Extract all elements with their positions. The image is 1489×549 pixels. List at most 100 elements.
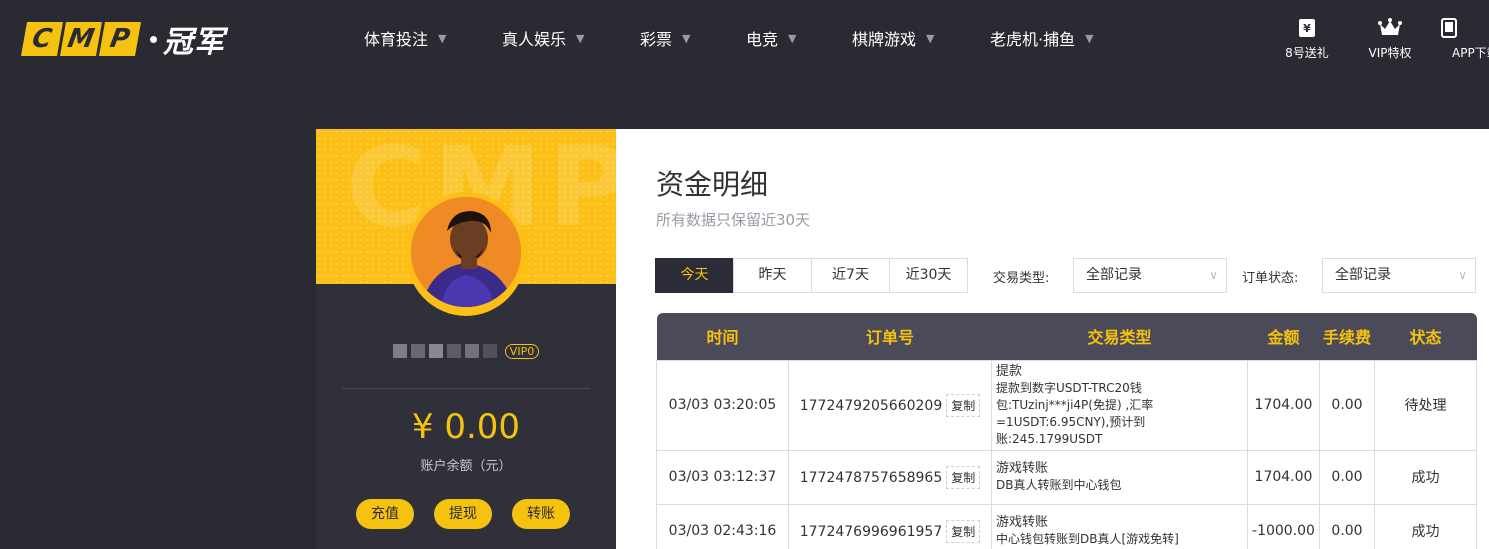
app-label: APP下载 <box>1452 46 1489 60</box>
col-header-type: 交易类型 <box>991 313 1248 360</box>
cell-amount: 1704.00 <box>1247 449 1320 505</box>
chevron-down-icon: ▼ <box>926 31 935 45</box>
col-header-time: 时间 <box>656 313 789 360</box>
select-value: 全部记录 <box>1335 267 1391 283</box>
order-number: 1772476996961957 <box>799 523 943 540</box>
type-description: 中心钱包转账到DB真人[游戏免转] <box>996 532 1179 546</box>
nav-label: 体育投注 <box>364 30 429 49</box>
cell-fee: 0.00 <box>1319 359 1375 451</box>
cell-fee: 0.00 <box>1319 449 1375 505</box>
gift-yen-icon: ¥ <box>1267 18 1347 42</box>
account-balance: ¥ 0.00 <box>411 407 521 447</box>
nav-slots-fishing[interactable]: 老虎机·捕鱼 ▼ <box>990 26 1120 50</box>
avatar[interactable] <box>406 192 526 316</box>
app-download[interactable]: APP下载 <box>1433 18 1489 61</box>
copy-button[interactable]: 复制 <box>946 465 981 489</box>
tab-yesterday[interactable]: 昨天 <box>733 258 812 293</box>
cell-status: 待处理 <box>1374 359 1477 451</box>
page-title: 资金明细 <box>656 168 769 201</box>
cell-amount: 1704.00 <box>1247 359 1320 451</box>
logo-dot <box>150 35 157 43</box>
tab-last-7-days[interactable]: 近7天 <box>811 258 890 293</box>
page-subtitle: 所有数据只保留近30天 <box>656 211 811 229</box>
col-header-order: 订单号 <box>788 313 992 360</box>
type-description: DB真人转账到中心钱包 <box>996 478 1122 492</box>
col-header-fee: 手续费 <box>1319 313 1375 360</box>
divider <box>342 388 590 389</box>
table-row: 03/03 03:12:37 1772478757658965 复制 游戏转账 DB… <box>656 449 1477 505</box>
transaction-type-select[interactable]: 全部记录 ∨ <box>1073 258 1227 293</box>
chevron-down-icon: ▼ <box>438 31 447 45</box>
vip-level-badge: VIP0 <box>504 343 540 359</box>
nav-label: 彩票 <box>640 30 673 49</box>
masked-username-part <box>410 344 425 358</box>
chevron-down-icon: ▼ <box>788 31 797 45</box>
chevron-down-icon: ▼ <box>576 31 585 45</box>
nav-live-casino[interactable]: 真人娱乐 ▼ <box>502 26 640 50</box>
avatar-image <box>411 197 521 307</box>
tablet-icon <box>1433 18 1489 42</box>
tab-today[interactable]: 今天 <box>655 258 734 293</box>
nav-label: 真人娱乐 <box>502 30 567 49</box>
balance-label: 账户余额（元） <box>420 459 512 474</box>
cell-status: 成功 <box>1374 449 1477 505</box>
masked-username-part <box>446 344 461 358</box>
col-header-status: 状态 <box>1374 313 1477 360</box>
chevron-down-icon: ▼ <box>682 31 691 45</box>
nav-label: 老虎机·捕鱼 <box>990 30 1076 49</box>
chevron-down-icon: ∨ <box>1458 268 1467 282</box>
table-row: 03/03 03:20:05 1772479205660209 复制 提款 提款到数… <box>656 359 1477 451</box>
funds-detail-panel: 资金明细 所有数据只保留近30天 今天 昨天 近7天 近30天 交易类型: 全部… <box>616 129 1489 549</box>
top-navigation-bar: C M P 冠军 体育投注 ▼ 真人娱乐 ▼ 彩票 ▼ 电竞 ▼ 棋牌游戏 ▼ 老虎机·捕… <box>0 0 1489 80</box>
nav-card-games[interactable]: 棋牌游戏 ▼ <box>852 26 990 50</box>
vip-privileges[interactable]: VIP特权 <box>1350 18 1430 61</box>
masked-username-part <box>464 344 479 358</box>
nav-lottery[interactable]: 彩票 ▼ <box>640 26 746 50</box>
nav-sports-betting[interactable]: 体育投注 ▼ <box>364 26 502 50</box>
transaction-type-label: 交易类型: <box>993 271 1050 286</box>
cell-type: 游戏转账中心钱包转账到DB真人[游戏免转] <box>991 503 1248 549</box>
masked-username <box>392 344 407 358</box>
cell-order: 1772476996961957 复制 <box>788 503 992 549</box>
logo-letter: P <box>99 22 141 56</box>
withdraw-button[interactable]: 提现 <box>434 499 492 529</box>
type-title: 游戏转账 <box>996 461 1049 476</box>
copy-button[interactable]: 复制 <box>946 393 981 417</box>
main-nav: 体育投注 ▼ 真人娱乐 ▼ 彩票 ▼ 电竞 ▼ 棋牌游戏 ▼ 老虎机·捕鱼 ▼ <box>350 26 1120 50</box>
username: VIP0 <box>376 341 556 361</box>
cell-type: 提款 提款到数字USDT-TRC20钱包:TUzinj***ji4P(免提) ,汇… <box>991 359 1248 451</box>
order-status-label: 订单状态: <box>1242 271 1299 286</box>
nav-esports[interactable]: 电竞 ▼ <box>746 26 852 50</box>
cell-amount: -1000.00 <box>1247 503 1320 549</box>
cell-type: 游戏转账 DB真人转账到中心钱包 <box>991 449 1248 505</box>
logo-letter: C <box>21 22 63 56</box>
profile-panel: CMP VIP0 ¥ 0.00 账户余额（元） 充值 提现 转账 <box>316 129 616 549</box>
svg-text:¥: ¥ <box>1303 22 1311 35</box>
vip-label: VIP特权 <box>1368 46 1412 60</box>
cmp-logo[interactable]: C M P 冠军 <box>21 20 225 60</box>
cell-time: 03/03 02:43:16 <box>656 503 789 549</box>
cell-time: 03/03 03:12:37 <box>656 449 789 505</box>
cell-fee: 0.00 <box>1319 503 1375 549</box>
masked-username-part <box>482 344 497 358</box>
select-value: 全部记录 <box>1086 267 1142 283</box>
table-header-row: 时间 订单号 交易类型 金额 手续费 状态 <box>656 313 1477 360</box>
cell-time: 03/03 03:20:05 <box>656 359 789 451</box>
cell-status: 成功 <box>1374 503 1477 549</box>
logo-letters: C M P <box>21 22 141 56</box>
wallet-actions: 充值 提现 转账 <box>356 499 570 529</box>
promo-8th-gift[interactable]: ¥ 8号送礼 <box>1267 18 1347 61</box>
copy-button[interactable]: 复制 <box>946 519 981 543</box>
tab-last-30-days[interactable]: 近30天 <box>889 258 968 293</box>
order-number: 1772479205660209 <box>799 397 943 414</box>
cell-order: 1772479205660209 复制 <box>788 359 992 451</box>
type-title: 游戏转账 <box>996 515 1049 530</box>
logo-letter: M <box>60 22 102 56</box>
order-status-select[interactable]: 全部记录 ∨ <box>1322 258 1476 293</box>
col-header-amount: 金额 <box>1247 313 1320 360</box>
type-title: 提款 <box>996 363 1023 379</box>
crown-icon <box>1350 18 1430 42</box>
deposit-button[interactable]: 充值 <box>356 499 414 529</box>
date-range-tabs: 今天 昨天 近7天 近30天 <box>655 258 968 293</box>
transfer-button[interactable]: 转账 <box>512 499 570 529</box>
